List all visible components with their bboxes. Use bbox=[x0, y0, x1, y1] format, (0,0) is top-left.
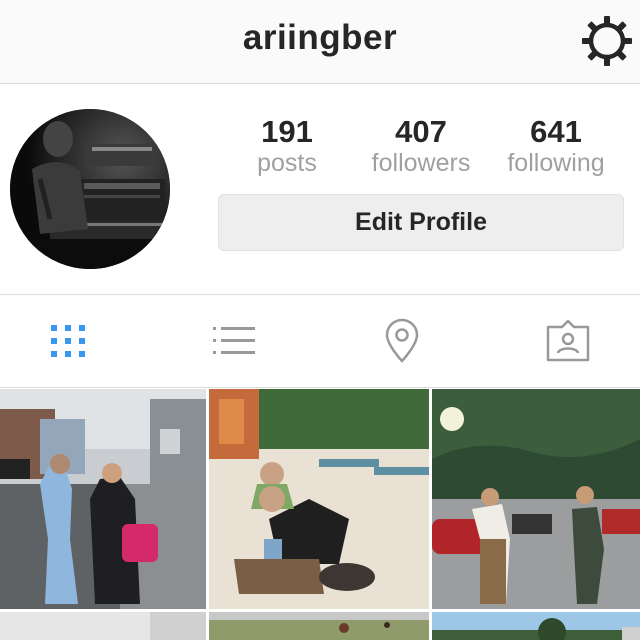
photo-thumbnail[interactable] bbox=[0, 389, 206, 609]
photo-thumbnail[interactable] bbox=[0, 612, 206, 640]
followers-stat[interactable]: 407 followers bbox=[356, 114, 486, 178]
tab-list[interactable] bbox=[204, 316, 264, 366]
posts-label: posts bbox=[257, 149, 317, 177]
tab-location[interactable] bbox=[372, 316, 432, 366]
tab-grid[interactable] bbox=[38, 316, 98, 366]
location-pin-icon bbox=[385, 318, 419, 363]
photo-grid bbox=[0, 389, 640, 640]
list-icon bbox=[213, 327, 255, 354]
grid-icon bbox=[51, 325, 85, 357]
followers-label: followers bbox=[371, 149, 471, 177]
tagged-photos-icon bbox=[546, 319, 590, 362]
profile-username: ariingber bbox=[242, 18, 398, 57]
gear-icon[interactable] bbox=[581, 15, 633, 67]
following-count: 641 bbox=[530, 114, 582, 149]
top-bar: ariingber bbox=[0, 0, 640, 84]
following-stat[interactable]: 641 following bbox=[491, 114, 621, 178]
photo-thumbnail[interactable] bbox=[432, 612, 640, 640]
photo-thumbnail[interactable] bbox=[209, 612, 429, 640]
posts-stat: 191 posts bbox=[222, 114, 352, 178]
photo-thumbnail[interactable] bbox=[209, 389, 429, 609]
posts-count: 191 bbox=[261, 114, 313, 149]
followers-count: 407 bbox=[395, 114, 447, 149]
profile-photo[interactable] bbox=[10, 109, 170, 269]
profile-view-tabs bbox=[0, 296, 640, 388]
tab-tagged[interactable] bbox=[538, 316, 598, 366]
profile-section: 191 posts 407 followers 641 following Ed… bbox=[0, 85, 640, 295]
following-label: following bbox=[507, 149, 605, 177]
photo-thumbnail[interactable] bbox=[432, 389, 640, 609]
edit-profile-button[interactable]: Edit Profile bbox=[218, 194, 624, 251]
